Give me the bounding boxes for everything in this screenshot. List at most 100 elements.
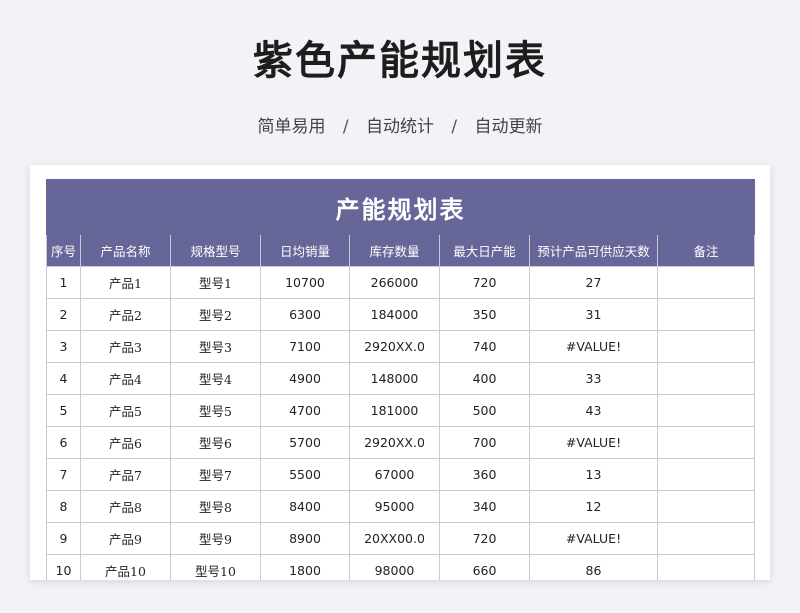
column-header: 规格型号: [170, 234, 261, 267]
table-row: 2 产品2 型号2 6300 184000 350 31: [46, 298, 755, 331]
table-cell[interactable]: 产品7: [80, 458, 171, 491]
column-header: 最大日产能: [439, 234, 530, 267]
table-cell[interactable]: 8: [46, 490, 81, 523]
table-cell[interactable]: [657, 298, 755, 331]
table-cell[interactable]: 型号3: [170, 330, 261, 363]
subtitle-part-3: 自动更新: [474, 117, 543, 137]
table-cell[interactable]: [657, 458, 755, 491]
table-cell[interactable]: 9: [46, 522, 81, 555]
table-cell[interactable]: 5500: [260, 458, 350, 491]
banner-row: 产能规划表: [46, 179, 755, 235]
subtitle-part-1: 简单易用: [257, 117, 326, 137]
table-cell[interactable]: 型号2: [170, 298, 261, 331]
table-cell[interactable]: 740: [439, 330, 530, 363]
table-cell[interactable]: 产品10: [80, 554, 171, 580]
table-cell[interactable]: 720: [439, 266, 530, 299]
table-cell[interactable]: 4: [46, 362, 81, 395]
column-header: 日均销量: [260, 234, 350, 267]
table-cell[interactable]: 产品8: [80, 490, 171, 523]
table-cell[interactable]: 4900: [260, 362, 350, 395]
table-cell[interactable]: [657, 330, 755, 363]
table-cell[interactable]: 700: [439, 426, 530, 459]
table-cell[interactable]: 产品5: [80, 394, 171, 427]
table-cell[interactable]: 型号10: [170, 554, 261, 580]
table-cell[interactable]: 43: [529, 394, 658, 427]
table-cell[interactable]: [657, 266, 755, 299]
table-cell[interactable]: 型号8: [170, 490, 261, 523]
table-cell[interactable]: 产品3: [80, 330, 171, 363]
table-cell[interactable]: [657, 362, 755, 395]
table-cell[interactable]: 67000: [349, 458, 440, 491]
table-cell[interactable]: 产品4: [80, 362, 171, 395]
page-subtitle: 简单易用 / 自动统计 / 自动更新: [0, 112, 800, 137]
table-cell[interactable]: 95000: [349, 490, 440, 523]
table-cell[interactable]: 27: [529, 266, 658, 299]
table-cell[interactable]: 产品9: [80, 522, 171, 555]
table-cell[interactable]: 产品1: [80, 266, 171, 299]
table-cell[interactable]: #VALUE!: [529, 522, 658, 555]
table-cell[interactable]: 8400: [260, 490, 350, 523]
table-cell[interactable]: 产品6: [80, 426, 171, 459]
table-cell[interactable]: [657, 490, 755, 523]
table-row: 7 产品7 型号7 5500 67000 360 13: [46, 458, 755, 491]
subtitle-separator-1: /: [342, 117, 349, 137]
table-row: 5 产品5 型号5 4700 181000 500 43: [46, 394, 755, 427]
column-header: 序号: [46, 234, 81, 267]
capacity-table: 产能规划表 序号 产品名称 规格型号 日均销量 库存数量 最大日产能 预计产品可供应天数 备注…: [46, 179, 755, 580]
table-row: 9 产品9 型号9 8900 20XX00.0 720 #VALUE!: [46, 522, 755, 555]
table-cell[interactable]: 8900: [260, 522, 350, 555]
table-cell[interactable]: 500: [439, 394, 530, 427]
spreadsheet: 产能规划表 序号 产品名称 规格型号 日均销量 库存数量 最大日产能 预计产品可供应天数 备注…: [46, 179, 755, 580]
table-cell[interactable]: #VALUE!: [529, 426, 658, 459]
header-row: 序号 产品名称 规格型号 日均销量 库存数量 最大日产能 预计产品可供应天数 备注: [46, 234, 755, 267]
table-cell[interactable]: [657, 394, 755, 427]
table-cell[interactable]: 266000: [349, 266, 440, 299]
table-cell[interactable]: 340: [439, 490, 530, 523]
table-cell[interactable]: 5: [46, 394, 81, 427]
table-cell[interactable]: 98000: [349, 554, 440, 580]
table-cell[interactable]: [657, 554, 755, 580]
column-header: 备注: [657, 234, 755, 267]
table-cell[interactable]: #VALUE!: [529, 330, 658, 363]
table-cell[interactable]: 350: [439, 298, 530, 331]
table-cell[interactable]: 型号9: [170, 522, 261, 555]
table-cell[interactable]: 148000: [349, 362, 440, 395]
table-cell[interactable]: 2920XX.0: [349, 426, 440, 459]
table-cell[interactable]: 1800: [260, 554, 350, 580]
table-cell[interactable]: 660: [439, 554, 530, 580]
table-cell[interactable]: 7100: [260, 330, 350, 363]
table-cell[interactable]: 6: [46, 426, 81, 459]
table-cell[interactable]: 184000: [349, 298, 440, 331]
table-cell[interactable]: 型号5: [170, 394, 261, 427]
table-cell[interactable]: [657, 426, 755, 459]
table-cell[interactable]: 31: [529, 298, 658, 331]
table-cell[interactable]: 12: [529, 490, 658, 523]
table-cell[interactable]: [657, 522, 755, 555]
table-cell[interactable]: 4700: [260, 394, 350, 427]
table-cell[interactable]: 3: [46, 330, 81, 363]
table-cell[interactable]: 型号1: [170, 266, 261, 299]
table-cell[interactable]: 33: [529, 362, 658, 395]
subtitle-part-2: 自动统计: [366, 117, 434, 137]
table-cell[interactable]: 86: [529, 554, 658, 580]
table-cell[interactable]: 2: [46, 298, 81, 331]
table-cell[interactable]: 产品2: [80, 298, 171, 331]
table-cell[interactable]: 7: [46, 458, 81, 491]
table-cell[interactable]: 2920XX.0: [349, 330, 440, 363]
table-cell[interactable]: 20XX00.0: [349, 522, 440, 555]
column-header: 预计产品可供应天数: [529, 234, 658, 267]
table-cell[interactable]: 10700: [260, 266, 350, 299]
table-cell[interactable]: 10: [46, 554, 81, 580]
table-cell[interactable]: 型号6: [170, 426, 261, 459]
table-cell[interactable]: 13: [529, 458, 658, 491]
table-cell[interactable]: 181000: [349, 394, 440, 427]
table-cell[interactable]: 400: [439, 362, 530, 395]
table-cell[interactable]: 1: [46, 266, 81, 299]
table-cell[interactable]: 360: [439, 458, 530, 491]
table-cell[interactable]: 5700: [260, 426, 350, 459]
table-cell[interactable]: 型号4: [170, 362, 261, 395]
table-cell[interactable]: 6300: [260, 298, 350, 331]
table-cell[interactable]: 720: [439, 522, 530, 555]
table-row: 4 产品4 型号4 4900 148000 400 33: [46, 362, 755, 395]
table-cell[interactable]: 型号7: [170, 458, 261, 491]
